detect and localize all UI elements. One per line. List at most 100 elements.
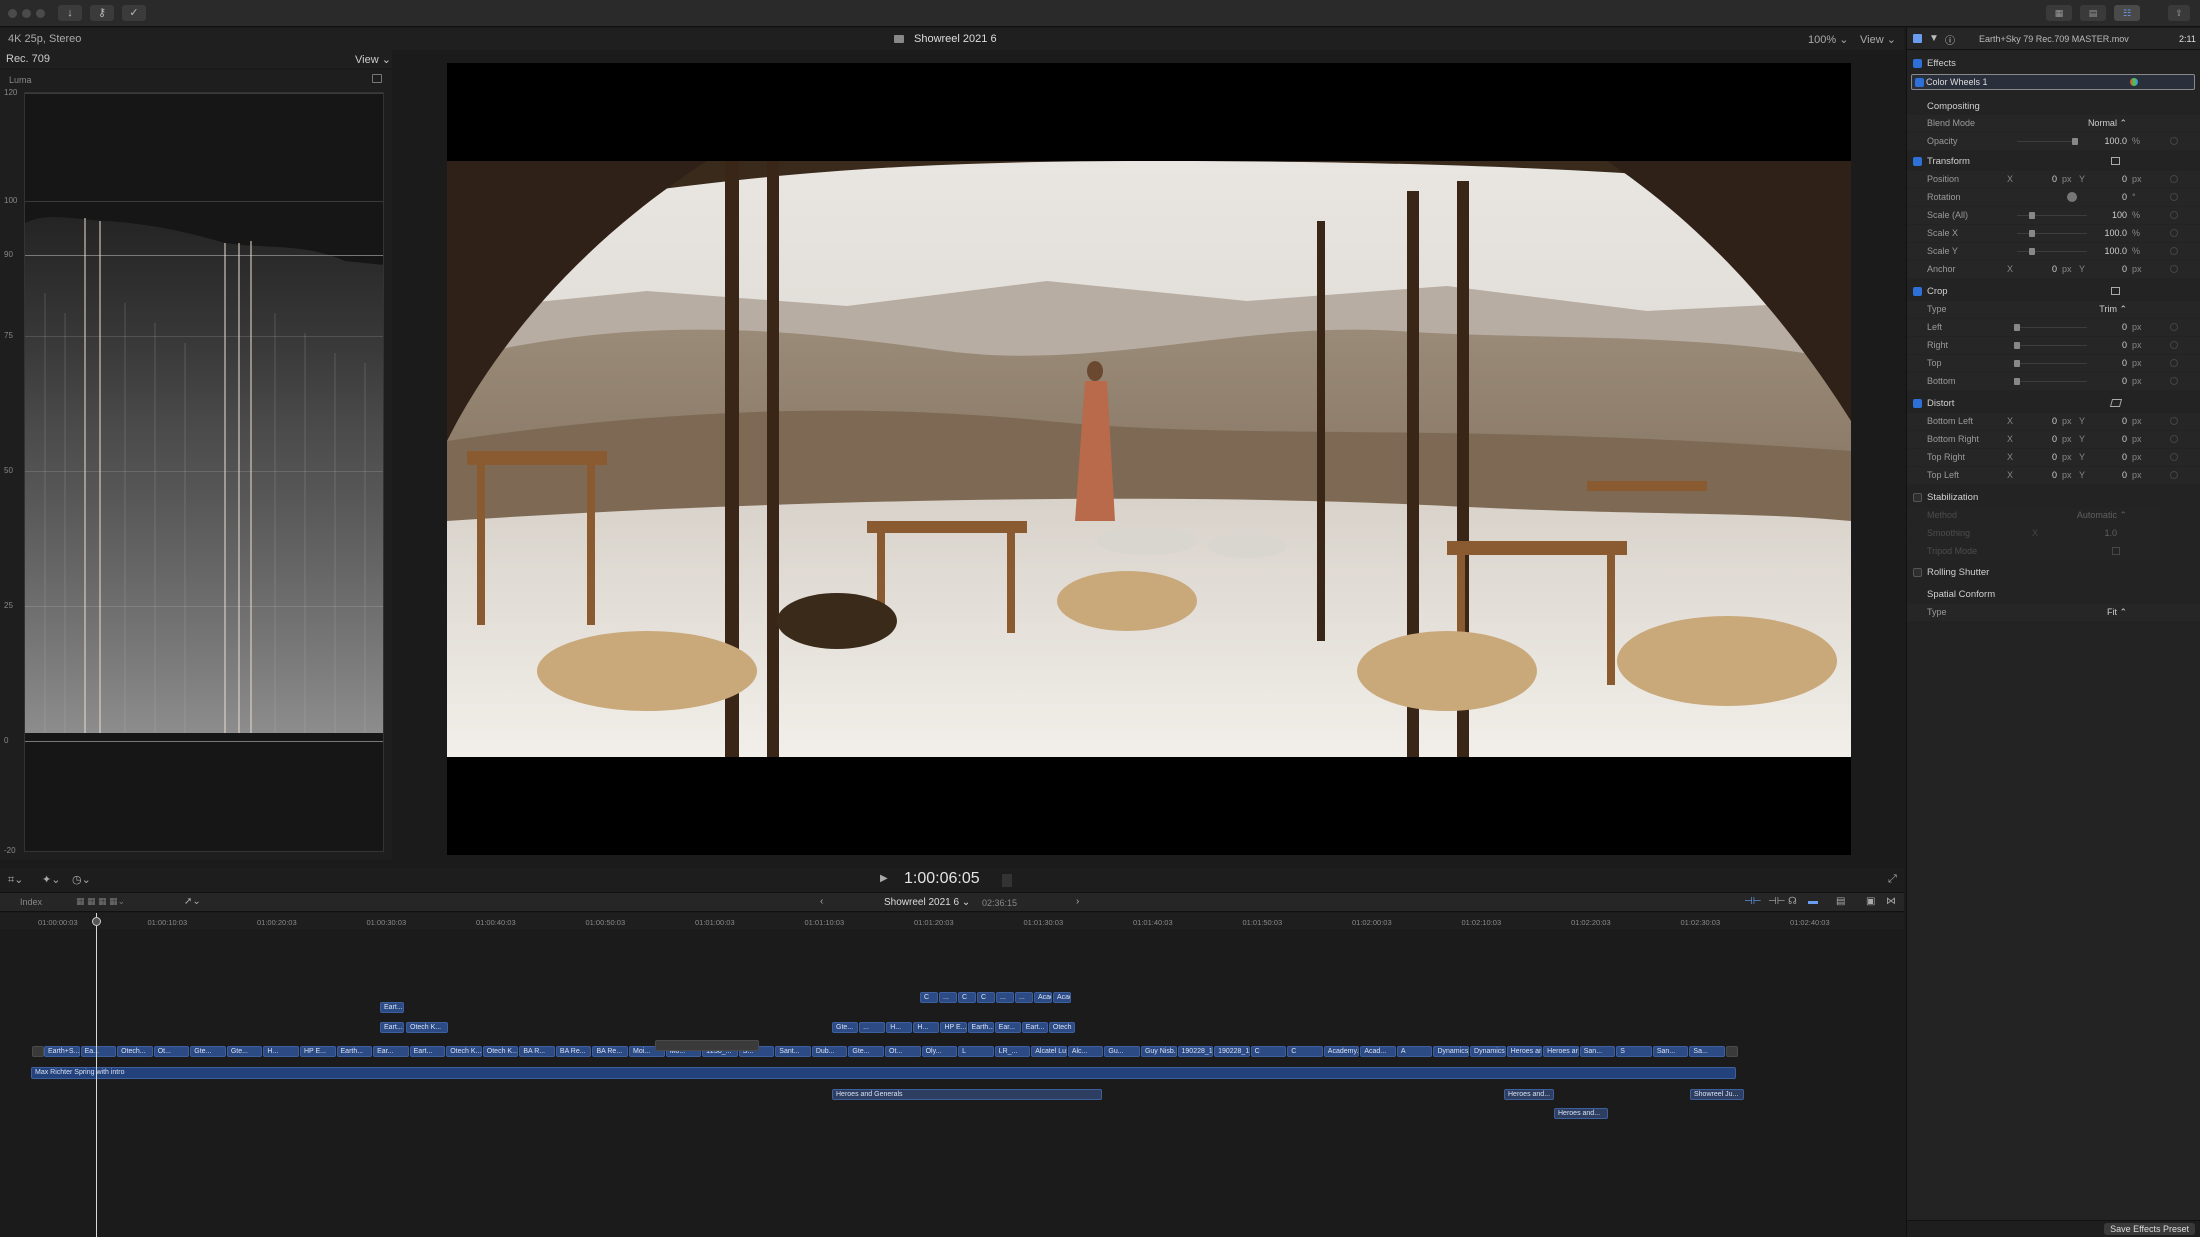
crop-bottom-slider[interactable]	[2017, 381, 2087, 382]
save-effects-preset-button[interactable]: Save Effects Preset	[2104, 1223, 2195, 1235]
crop-type-select[interactable]: Trim ⌃	[2077, 304, 2127, 315]
connected-clip[interactable]: Eart...	[380, 1002, 404, 1013]
anchor-x-value[interactable]: 0	[2027, 264, 2057, 274]
primary-clip[interactable]: Otech...	[117, 1046, 153, 1057]
connected-clip[interactable]: ...	[859, 1022, 886, 1033]
timeline-expand-icon[interactable]: ⋈	[1886, 896, 1896, 907]
primary-clip[interactable]: Acad...	[1360, 1046, 1396, 1057]
bottom-left-x-value[interactable]: 0	[2027, 416, 2057, 426]
top-left-reset-icon[interactable]	[2170, 471, 2178, 479]
anchor-y-value[interactable]: 0	[2097, 264, 2127, 274]
primary-clip[interactable]: HP E...	[299, 1046, 336, 1057]
select-tool-icon[interactable]: ➚⌄	[184, 896, 201, 907]
opacity-slider-knob[interactable]	[2072, 138, 2078, 145]
primary-clip[interactable]: Ot...	[153, 1046, 190, 1057]
scale-all-slider[interactable]	[2017, 215, 2087, 216]
start-marker[interactable]	[32, 1046, 44, 1057]
inspector-toggle-button[interactable]: ☷	[2114, 5, 2140, 21]
scale-all-reset-icon[interactable]	[2170, 211, 2178, 219]
color-wheels-effect[interactable]: Color Wheels 1	[1911, 74, 2195, 90]
primary-clip[interactable]: San...	[1579, 1046, 1616, 1057]
primary-clip[interactable]: Eart...	[409, 1046, 446, 1057]
connected-clip[interactable]: H...	[886, 1022, 913, 1033]
close-window-button[interactable]	[8, 9, 17, 18]
scale-all-value[interactable]: 100	[2087, 210, 2127, 220]
stab-smoothing-value[interactable]: 1.0	[2087, 528, 2117, 538]
scale-x-slider[interactable]	[2017, 233, 2087, 234]
connected-clip[interactable]: Earth...	[967, 1022, 994, 1033]
connected-clip[interactable]: H...	[913, 1022, 940, 1033]
primary-clip[interactable]: Gte...	[190, 1046, 226, 1057]
crop-left-value[interactable]: 0	[2087, 322, 2127, 332]
scale-all-knob[interactable]	[2029, 212, 2035, 219]
primary-clip[interactable]: Academy...	[1323, 1046, 1360, 1057]
primary-clip[interactable]: BA Re...	[555, 1046, 592, 1057]
primary-clip[interactable]: Guy Nisb...	[1140, 1046, 1177, 1057]
top-right-y-value[interactable]: 0	[2097, 452, 2127, 462]
connected-clip[interactable]: Otech K...	[406, 1022, 448, 1033]
distort-section[interactable]: Distort	[1907, 395, 2200, 412]
scale-x-value[interactable]: 100.0	[2087, 228, 2127, 238]
crop-top-value[interactable]: 0	[2087, 358, 2127, 368]
connected-clip[interactable]	[655, 1040, 759, 1051]
clip-appearance-icon[interactable]: ▣	[1866, 896, 1875, 907]
audio-clip[interactable]: Showreel Ju...	[1690, 1089, 1744, 1100]
music-clip[interactable]: Max Richter Spring with intro	[31, 1067, 1736, 1079]
bottom-right-x-value[interactable]: 0	[2027, 434, 2057, 444]
timeline-toggle-button[interactable]: ▤	[2080, 5, 2106, 21]
effects-checkbox[interactable]	[1913, 59, 1922, 68]
primary-clip[interactable]: BA R...	[519, 1046, 555, 1057]
primary-clip[interactable]: San...	[1652, 1046, 1689, 1057]
browser-toggle-button[interactable]: ▦	[2046, 5, 2072, 21]
scale-y-value[interactable]: 100.0	[2087, 246, 2127, 256]
primary-clip[interactable]: Earth+S...	[44, 1046, 80, 1057]
primary-clip[interactable]: Alc...	[1067, 1046, 1104, 1057]
top-left-y-value[interactable]: 0	[2097, 470, 2127, 480]
primary-clip[interactable]: Dynamics...	[1470, 1046, 1506, 1057]
primary-clip[interactable]: S	[1616, 1046, 1652, 1057]
connected-clip[interactable]: C	[977, 992, 995, 1003]
position-x-value[interactable]: 0	[2027, 174, 2057, 184]
connected-clip[interactable]: Otech K...	[1048, 1022, 1075, 1033]
share-button[interactable]: ⇪	[2168, 5, 2190, 21]
primary-clip[interactable]: A	[1396, 1046, 1433, 1057]
primary-clip[interactable]: Gte...	[226, 1046, 263, 1057]
connected-clip[interactable]: ...	[1015, 992, 1033, 1003]
primary-clip[interactable]: Oly...	[921, 1046, 958, 1057]
distort-checkbox[interactable]	[1913, 399, 1922, 408]
primary-clip[interactable]: 190228_184...	[1214, 1046, 1250, 1057]
scale-x-reset-icon[interactable]	[2170, 229, 2178, 237]
primary-clip[interactable]: C	[1250, 1046, 1287, 1057]
connected-clip[interactable]: Eart...	[1021, 1022, 1048, 1033]
blend-mode-select[interactable]: Normal ⌃	[2077, 118, 2127, 129]
crop-bottom-reset-icon[interactable]	[2170, 377, 2178, 385]
timecode-display[interactable]: 1:00:06:05	[904, 870, 980, 888]
rotation-reset-icon[interactable]	[2170, 193, 2178, 201]
primary-clip[interactable]: Otech K...	[446, 1046, 482, 1057]
color-inspector-icon[interactable]: ▼	[1929, 33, 1939, 44]
color-wheels-checkbox[interactable]	[1915, 78, 1924, 87]
connected-clip[interactable]: Acad...	[1053, 992, 1071, 1003]
audio-clip[interactable]: Heroes and Generals	[832, 1089, 1102, 1100]
stab-method-select[interactable]: Automatic ⌃	[2067, 510, 2127, 521]
primary-clip[interactable]: L	[958, 1046, 994, 1057]
opacity-value[interactable]: 100.0	[2087, 136, 2127, 146]
crop-right-knob[interactable]	[2014, 342, 2020, 349]
connected-clip[interactable]: ...	[939, 992, 957, 1003]
info-inspector-icon[interactable]: ⓘ	[1945, 32, 1955, 47]
history-back-icon[interactable]: ‹	[820, 896, 823, 907]
end-marker[interactable]	[1726, 1046, 1738, 1057]
connected-clip[interactable]: Eart...	[380, 1022, 404, 1033]
crop-bottom-value[interactable]: 0	[2087, 376, 2127, 386]
crop-top-knob[interactable]	[2014, 360, 2020, 367]
primary-clip[interactable]: Ear...	[373, 1046, 409, 1057]
project-name-menu[interactable]: Showreel 2021 6 ⌄	[884, 897, 970, 908]
crop-onscreen-icon[interactable]	[2111, 287, 2120, 295]
audio-skimming-icon[interactable]: ⊣⊢	[1768, 896, 1785, 907]
effects-section[interactable]: Effects	[1907, 55, 2200, 72]
primary-clip[interactable]: Otech K...	[482, 1046, 519, 1057]
opacity-slider[interactable]	[2017, 141, 2077, 142]
crop-left-slider[interactable]	[2017, 327, 2087, 328]
primary-clip[interactable]: LR_...	[994, 1046, 1031, 1057]
crop-left-knob[interactable]	[2014, 324, 2020, 331]
